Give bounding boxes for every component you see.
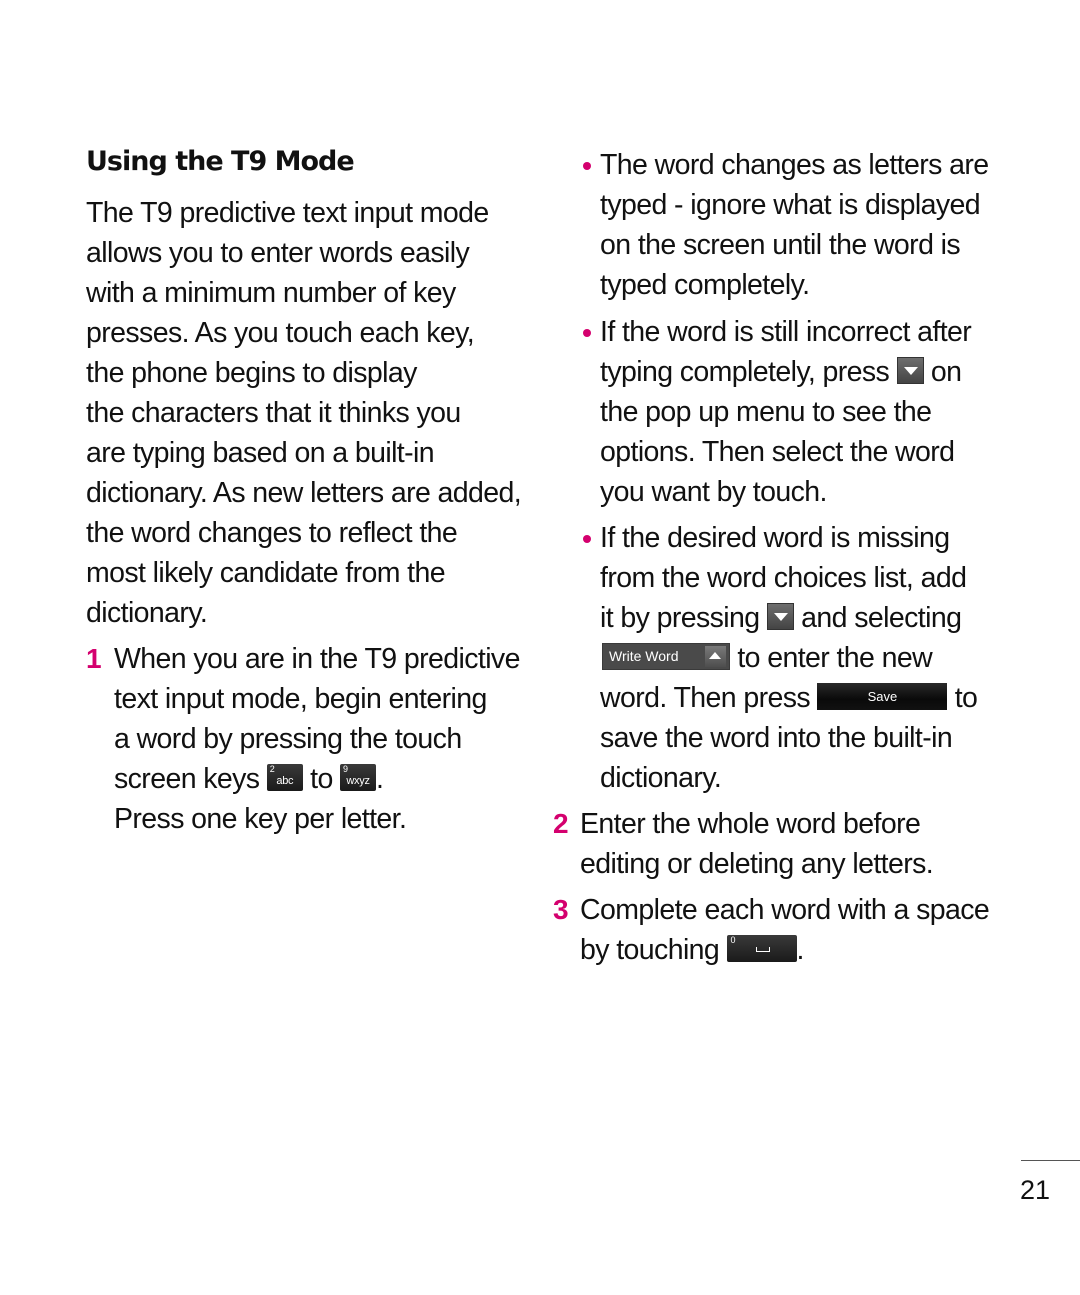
bullet-line: Write Word to enter the new xyxy=(602,638,933,678)
step-text: to xyxy=(310,763,333,795)
bullet-line: If the desired word is missing xyxy=(600,522,950,554)
dropdown-arrow-icon xyxy=(896,356,924,384)
dropdown-arrow-icon xyxy=(766,602,794,630)
step-text: screen keys xyxy=(114,763,260,795)
step-text: by touching xyxy=(580,934,720,966)
space-glyph-icon xyxy=(755,946,770,952)
step-text: . xyxy=(796,934,805,966)
step-text: . xyxy=(376,763,384,795)
step-number: 3 xyxy=(553,894,569,925)
step-line: editing or deleting any letters. xyxy=(580,848,934,880)
bullet-line: typing completely, press on xyxy=(600,352,962,392)
key-9-wxyz-icon: 9 wxyz xyxy=(340,763,377,791)
bullet-line: from the word choices list, add xyxy=(600,562,967,594)
bullet-line: typed completely. xyxy=(600,269,810,301)
bullet-line: you want by touch. xyxy=(600,476,827,508)
bullet-line: it by pressing and selecting xyxy=(600,598,962,638)
intro-line: are typing based on a built-in xyxy=(86,437,435,469)
bullet-line: dictionary. xyxy=(600,762,722,794)
bullet-line: If the word is still incorrect after xyxy=(600,316,972,348)
step-line: by touching 0 . xyxy=(580,930,804,970)
key-letters: wxyz xyxy=(346,774,370,787)
key-2-abc-icon: 2 abc xyxy=(266,763,303,791)
bullet-text: to enter the new xyxy=(737,642,933,674)
intro-line: with a minimum number of key xyxy=(86,277,456,309)
bullet-icon xyxy=(583,535,591,543)
step-line: Enter the whole word before xyxy=(580,808,921,840)
bullet-text: typing completely, press xyxy=(600,356,890,388)
step-number: 1 xyxy=(86,643,102,674)
bullet-text: on xyxy=(930,356,962,388)
step-line: a word by pressing the touch xyxy=(114,723,462,755)
bullet-line: The word changes as letters are xyxy=(600,149,989,181)
intro-line: the word changes to reflect the xyxy=(86,517,458,549)
footer-divider xyxy=(1021,1160,1080,1161)
step-line: Complete each word with a space xyxy=(580,894,990,926)
step-line: screen keys 2 abc to 9 wxyz . xyxy=(114,759,384,799)
bullet-icon xyxy=(583,329,591,337)
bullet-text: to xyxy=(954,682,978,714)
bullet-line: options. Then select the word xyxy=(600,436,955,468)
up-arrow-icon xyxy=(705,645,726,667)
bullet-line: save the word into the built-in xyxy=(600,722,953,754)
step-line: When you are in the T9 predictive xyxy=(114,643,520,675)
step-number: 2 xyxy=(553,808,569,839)
intro-line: dictionary. As new letters are added, xyxy=(86,477,522,509)
section-heading: Using the T9 Mode xyxy=(86,146,355,177)
write-word-button-icon: Write Word xyxy=(602,642,730,670)
key-digit: 0 xyxy=(730,934,736,945)
key-letters: abc xyxy=(276,774,294,787)
page-number: 21 xyxy=(1020,1175,1051,1205)
intro-line: presses. As you touch each key, xyxy=(86,317,475,349)
step-line: Press one key per letter. xyxy=(114,803,407,835)
save-button-icon: Save xyxy=(817,682,948,710)
bullet-text: word. Then press xyxy=(600,682,811,714)
intro-line: most likely candidate from the xyxy=(86,557,446,589)
intro-line: The T9 predictive text input mode xyxy=(86,197,489,229)
intro-line: the phone begins to display xyxy=(86,357,417,389)
write-word-label: Write Word xyxy=(609,647,679,664)
bullet-icon xyxy=(583,162,591,170)
step-line: text input mode, begin entering xyxy=(114,683,487,715)
bullet-line: word. Then press Save to xyxy=(600,678,978,718)
intro-line: the characters that it thinks you xyxy=(86,397,461,429)
bullet-line: on the screen until the word is xyxy=(600,229,961,261)
bullet-line: the pop up menu to see the xyxy=(600,396,932,428)
bullet-line: typed - ignore what is displayed xyxy=(600,189,981,221)
intro-line: allows you to enter words easily xyxy=(86,237,470,269)
intro-line: dictionary. xyxy=(86,597,208,629)
key-digit: 2 xyxy=(269,763,275,774)
bullet-text: and selecting xyxy=(801,602,962,634)
key-digit: 9 xyxy=(343,763,348,774)
bullet-text: it by pressing xyxy=(600,602,760,634)
space-key-icon: 0 xyxy=(726,934,797,962)
